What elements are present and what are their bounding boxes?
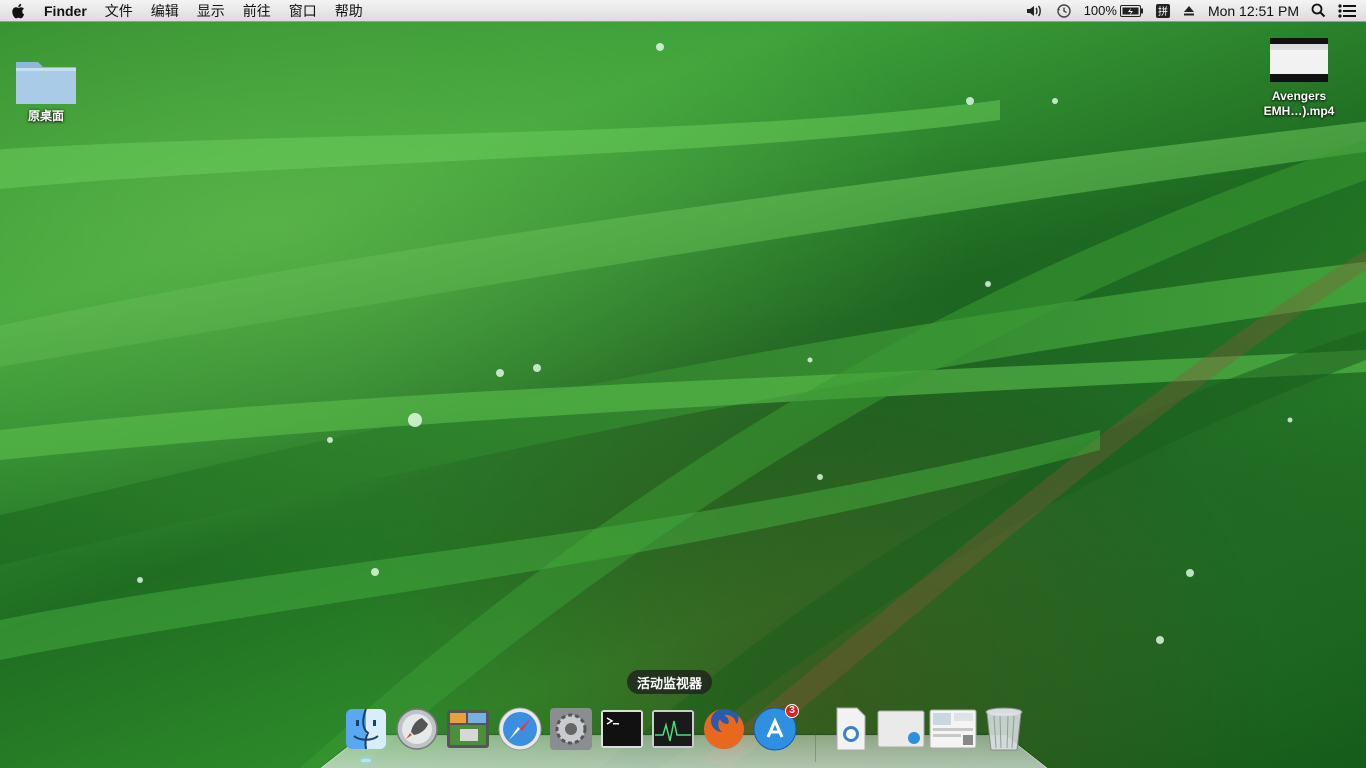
menu-clock[interactable]: Mon 12:51 PM	[1208, 3, 1299, 19]
trash-icon	[984, 706, 1024, 757]
menu-help[interactable]: 帮助	[335, 1, 363, 21]
dock-item-system-preferences[interactable]	[548, 707, 594, 756]
applications-stack-icon	[877, 710, 925, 753]
input-method-icon[interactable]: 拼	[1155, 3, 1170, 18]
menu-edit[interactable]: 编辑	[151, 1, 179, 21]
running-indicator	[361, 759, 371, 762]
volume-icon[interactable]	[1026, 4, 1044, 18]
battery-status[interactable]: 100%	[1084, 3, 1144, 18]
finder-icon	[345, 708, 387, 755]
notification-center-icon[interactable]	[1338, 3, 1356, 18]
terminal-icon	[600, 709, 644, 754]
menu-file[interactable]: 文件	[105, 1, 133, 21]
firefox-icon	[701, 706, 747, 757]
launchpad-icon	[395, 707, 439, 756]
dock-item-documents[interactable]	[929, 708, 977, 754]
downloads-stack-icon	[831, 706, 871, 757]
dock-item-trash[interactable]	[981, 706, 1027, 757]
folder-icon	[14, 54, 78, 109]
dock-item-applications[interactable]	[877, 708, 925, 754]
dock-tooltip: 活动监视器	[627, 670, 713, 694]
app-store-icon: 3	[753, 703, 799, 756]
dock-item-photos[interactable]	[445, 708, 491, 754]
system-preferences-icon	[549, 707, 593, 756]
dock-item-firefox[interactable]	[701, 708, 747, 754]
documents-stack-icon	[929, 709, 977, 754]
desktop-icon-folder[interactable]: 原桌面	[6, 54, 86, 124]
dock-item-finder[interactable]	[343, 708, 389, 762]
menu-bar: Finder 文件 编辑 显示 前往 窗口 帮助 100% 拼 Mon 12:5…	[0, 0, 1366, 22]
activity-monitor-icon	[651, 709, 695, 754]
eject-icon[interactable]	[1182, 5, 1196, 17]
dock-item-terminal[interactable]	[599, 708, 645, 754]
menu-window[interactable]: 窗口	[289, 1, 317, 21]
menu-view[interactable]: 显示	[197, 1, 225, 21]
battery-percent: 100%	[1083, 3, 1117, 18]
photos-icon	[446, 709, 490, 754]
desktop-icon-label: 原桌面	[27, 109, 64, 123]
time-machine-icon[interactable]	[1056, 3, 1072, 19]
desktop-wallpaper	[0, 43, 1366, 768]
dock-item-launchpad[interactable]	[394, 707, 440, 756]
dock-item-app-store[interactable]: 3	[752, 703, 799, 756]
app-store-badge: 3	[785, 703, 799, 718]
desktop-icon-label: Avengers EMH…).mp4	[1263, 89, 1335, 118]
video-file-icon	[1268, 36, 1330, 89]
input-method-label: 拼	[1155, 3, 1170, 18]
dock-item-activity-monitor[interactable]	[650, 708, 696, 754]
safari-icon	[498, 707, 542, 756]
menu-app-finder[interactable]: Finder	[44, 3, 87, 19]
dock-item-downloads[interactable]	[828, 706, 874, 757]
dock-divider	[815, 726, 816, 762]
desktop-icon-video-file[interactable]: Avengers EMH…).mp4	[1252, 36, 1346, 119]
battery-icon	[1119, 4, 1144, 17]
spotlight-search-icon[interactable]	[1311, 3, 1326, 18]
apple-menu-icon[interactable]	[10, 2, 26, 20]
menu-go[interactable]: 前往	[243, 1, 271, 21]
dock-item-safari[interactable]	[497, 707, 543, 756]
